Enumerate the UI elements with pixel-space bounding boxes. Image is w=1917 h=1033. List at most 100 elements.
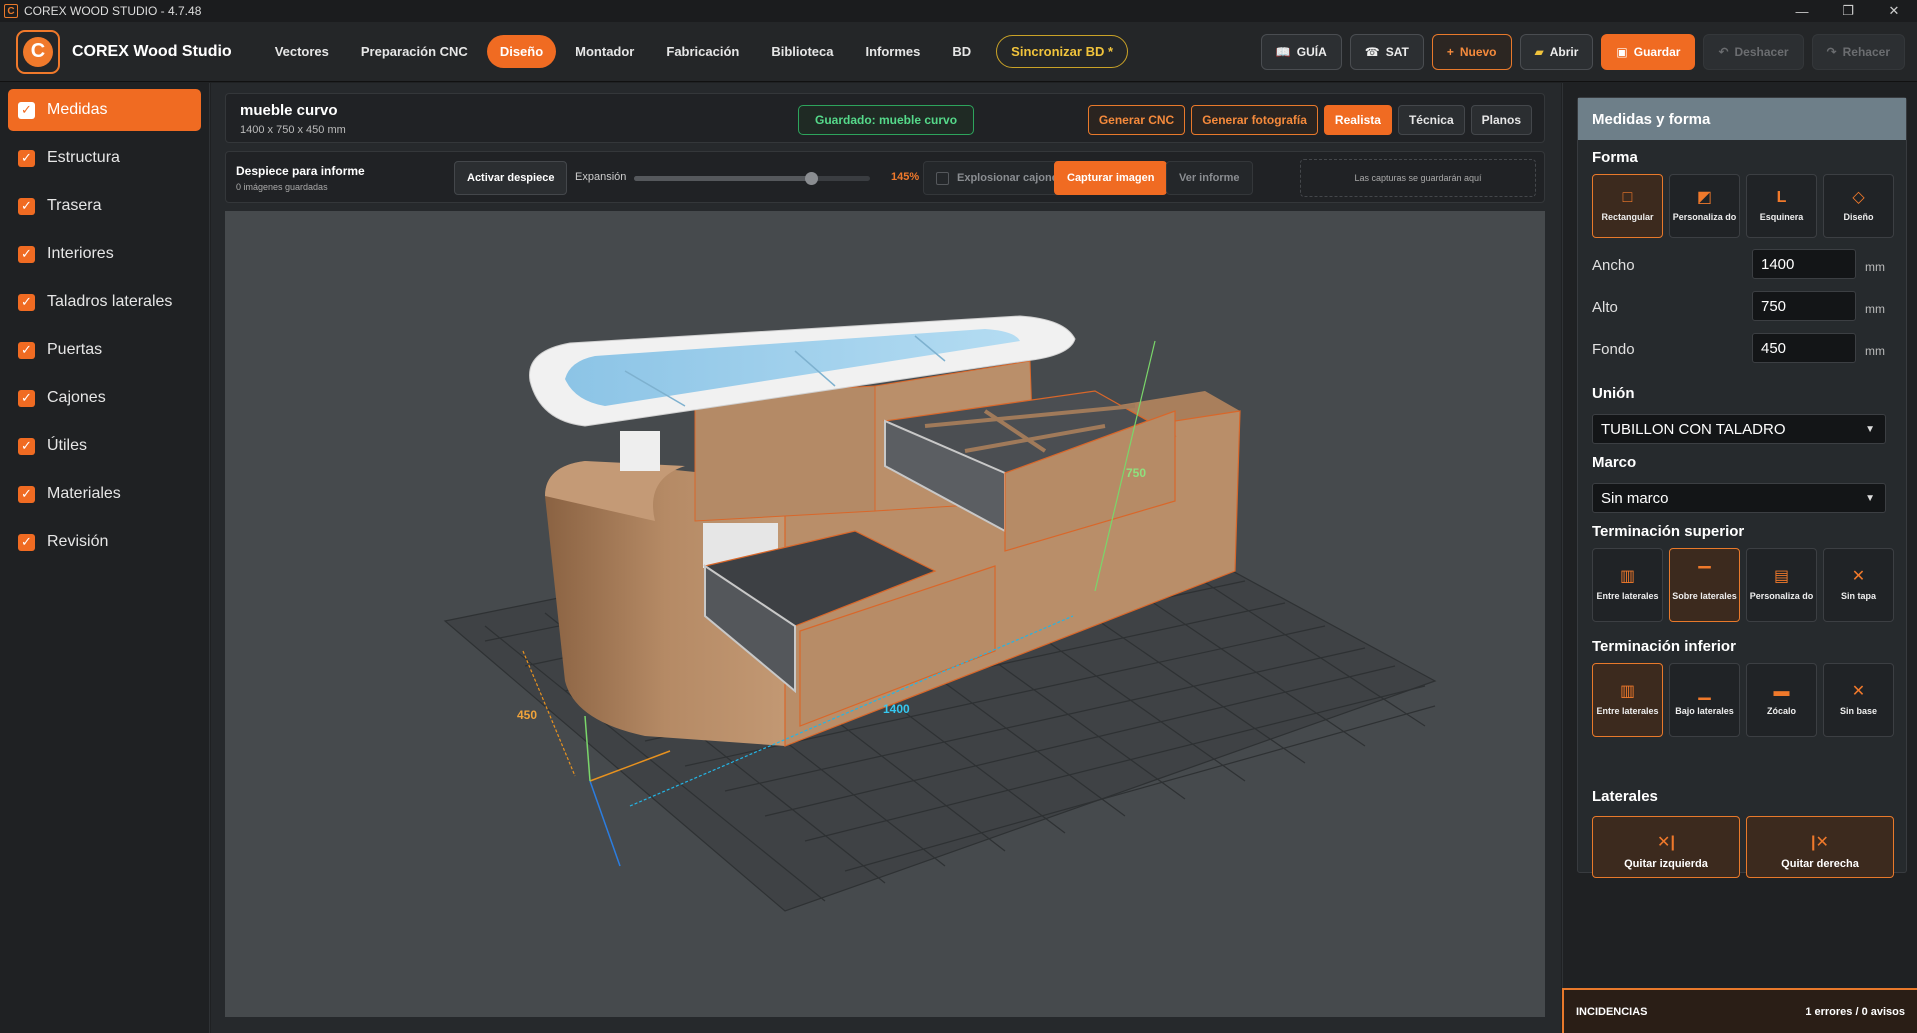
tinf-bajo-laterales-option[interactable]: ▁ Bajo laterales <box>1669 663 1740 737</box>
incidencias-count: 1 errores / 0 avisos <box>1805 1005 1905 1018</box>
activar-despiece-button[interactable]: Activar despiece <box>454 161 568 195</box>
measures-panel: Medidas y forma Forma □ Rectangular ◩ Pers… <box>1577 97 1907 878</box>
sidebar-item-medidas[interactable]: ✓ Medidas <box>8 89 201 131</box>
height-dimension-label: 750 <box>1126 466 1146 480</box>
plus-icon: + <box>1446 45 1454 59</box>
axis-z-line <box>589 780 621 867</box>
maximize-icon[interactable]: ❐ <box>1825 0 1871 22</box>
square-icon: □ <box>1622 188 1633 206</box>
corner-icon: L <box>1776 188 1787 206</box>
check-icon[interactable]: ✓ <box>18 533 35 551</box>
project-bar: mueble curvo 1400 x 750 x 450 mm Guardad… <box>225 93 1545 143</box>
check-icon[interactable]: ✓ <box>18 293 35 311</box>
check-icon[interactable]: ✓ <box>18 341 35 359</box>
fondo-input[interactable]: 450 <box>1752 333 1856 363</box>
check-icon[interactable]: ✓ <box>18 245 35 263</box>
project-name: mueble curvo <box>240 102 338 119</box>
folder-icon: ▰ <box>1534 45 1544 59</box>
nav-biblioteca[interactable]: Biblioteca <box>758 35 846 68</box>
forma-diseno-option[interactable]: ◇ Diseño <box>1823 174 1894 238</box>
rehacer-button[interactable]: ↷ Rehacer <box>1811 34 1905 70</box>
tinf-entre-laterales-option[interactable]: ▥ Entre laterales <box>1592 663 1663 737</box>
check-icon[interactable]: ✓ <box>18 101 35 119</box>
nav-fabricacion[interactable]: Fabricación <box>653 35 752 68</box>
captures-area: Las capturas se guardarán aquí <box>1300 159 1536 197</box>
sidebar-item-cajones[interactable]: ✓ Cajones <box>8 377 201 419</box>
check-icon[interactable]: ✓ <box>18 149 35 167</box>
ver-informe-button[interactable]: Ver informe <box>1166 161 1253 195</box>
guia-button[interactable]: 📖 GUÍA <box>1260 34 1342 70</box>
realista-button[interactable]: Realista <box>1323 105 1392 135</box>
nav-montador[interactable]: Montador <box>562 35 647 68</box>
union-select[interactable]: TUBILLON CON TALADRO ▼ <box>1592 414 1886 444</box>
sat-button[interactable]: ☎ SAT <box>1349 34 1424 70</box>
tsup-sobre-laterales-option[interactable]: ▔ Sobre laterales <box>1669 548 1740 622</box>
nav-informes[interactable]: Informes <box>852 35 933 68</box>
checkbox-icon[interactable] <box>936 171 949 185</box>
x-icon: ✕ <box>1851 567 1866 585</box>
forma-personalizado-option[interactable]: ◩ Personaliza do <box>1669 174 1740 238</box>
despiece-title: Despiece para informe <box>236 164 365 178</box>
nav-preparacion-cnc[interactable]: Preparación CNC <box>348 35 481 68</box>
sidebar-item-estructura[interactable]: ✓ Estructura <box>8 137 201 179</box>
sidebar-item-trasera[interactable]: ✓ Trasera <box>8 185 201 227</box>
sync-db-button[interactable]: Sincronizar BD * <box>996 35 1129 68</box>
terminacion-inferior-title: Terminación inferior <box>1592 638 1736 655</box>
sidebar-item-taladros-laterales[interactable]: ✓ Taladros laterales <box>8 281 201 323</box>
window-titlebar: C COREX WOOD STUDIO - 4.7.48 — ❐ ✕ <box>0 0 1917 22</box>
tecnica-button[interactable]: Técnica <box>1397 105 1465 135</box>
check-icon[interactable]: ✓ <box>18 197 35 215</box>
sidebar-item-interiores[interactable]: ✓ Interiores <box>8 233 201 275</box>
forma-rectangular-option[interactable]: □ Rectangular <box>1592 174 1663 238</box>
forma-esquinera-option[interactable]: L Esquinera <box>1746 174 1817 238</box>
sidebar-item-materiales[interactable]: ✓ Materiales <box>8 473 201 515</box>
minimize-icon[interactable]: — <box>1779 0 1825 22</box>
expansion-slider-handle[interactable] <box>805 172 818 185</box>
main-nav: Vectores Preparación CNC Diseño Montador… <box>262 35 1129 68</box>
3d-viewport[interactable]: 1400 750 450 <box>225 211 1545 1017</box>
marco-title: Marco <box>1592 454 1637 471</box>
remove-left-icon: ✕| <box>1657 834 1675 851</box>
tsup-sin-tapa-option[interactable]: ✕ Sin tapa <box>1823 548 1894 622</box>
generar-cnc-button[interactable]: Generar CNC <box>1087 105 1186 135</box>
nav-bd[interactable]: BD <box>939 35 984 68</box>
tsup-personalizado-option[interactable]: ▤ Personaliza do <box>1746 548 1817 622</box>
sidebar-item-revision[interactable]: ✓ Revisión <box>8 521 201 563</box>
ancho-input[interactable]: 1400 <box>1752 249 1856 279</box>
alto-input[interactable]: 750 <box>1752 291 1856 321</box>
deshacer-button[interactable]: ↶ Deshacer <box>1703 34 1804 70</box>
tsup-entre-laterales-option[interactable]: ▥ Entre laterales <box>1592 548 1663 622</box>
entre-laterales-icon: ▥ <box>1619 567 1636 585</box>
laterales-title: Laterales <box>1592 788 1658 805</box>
expansion-slider[interactable] <box>634 172 870 185</box>
generar-fotografia-button[interactable]: Generar fotografía <box>1191 105 1318 135</box>
zocalo-icon: ▬ <box>1773 682 1790 700</box>
marco-select[interactable]: Sin marco ▼ <box>1592 483 1886 513</box>
bajo-laterales-icon: ▁ <box>1698 682 1711 700</box>
quitar-derecha-button[interactable]: |✕ Quitar derecha <box>1746 816 1894 878</box>
planos-button[interactable]: Planos <box>1470 105 1532 135</box>
despiece-bar: Despiece para informe 0 imágenes guardad… <box>225 151 1545 203</box>
check-icon[interactable]: ✓ <box>18 485 35 503</box>
close-icon[interactable]: ✕ <box>1871 0 1917 22</box>
entre-laterales-icon: ▥ <box>1619 682 1636 700</box>
3d-scene: 1400 750 450 <box>443 315 1437 912</box>
abrir-button[interactable]: ▰ Abrir <box>1519 34 1594 70</box>
check-icon[interactable]: ✓ <box>18 437 35 455</box>
nav-diseno[interactable]: Diseño <box>486 35 557 68</box>
saved-status-badge: Guardado: mueble curvo <box>798 105 975 135</box>
quitar-izquierda-button[interactable]: ✕| Quitar izquierda <box>1592 816 1740 878</box>
expansion-value: 145% <box>891 171 920 183</box>
nuevo-button[interactable]: + Nuevo <box>1431 34 1512 70</box>
incidencias-label: INCIDENCIAS <box>1576 1005 1648 1018</box>
tinf-zocalo-option[interactable]: ▬ Zócalo <box>1746 663 1817 737</box>
incidencias-bar[interactable]: INCIDENCIAS 1 errores / 0 avisos <box>1562 988 1917 1033</box>
tinf-sin-base-option[interactable]: ✕ Sin base <box>1823 663 1894 737</box>
check-icon[interactable]: ✓ <box>18 389 35 407</box>
sidebar-item-utiles[interactable]: ✓ Útiles <box>8 425 201 467</box>
sidebar-item-puertas[interactable]: ✓ Puertas <box>8 329 201 371</box>
guardar-button[interactable]: ▣ Guardar <box>1601 34 1696 70</box>
capturar-imagen-button[interactable]: Capturar imagen <box>1054 161 1168 195</box>
main-area: mueble curvo 1400 x 750 x 450 mm Guardad… <box>211 83 1561 1033</box>
nav-vectores[interactable]: Vectores <box>262 35 342 68</box>
